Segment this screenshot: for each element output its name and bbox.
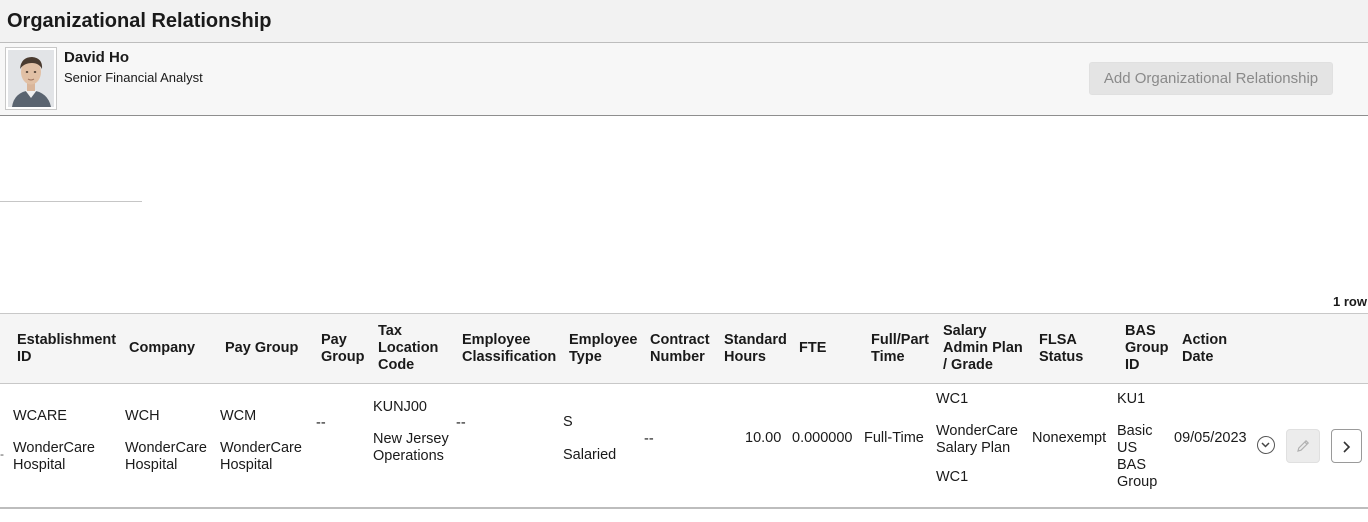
column-header-action-date[interactable]: Action Date (1182, 332, 1234, 366)
cell-pay-group-code: WCM (220, 408, 257, 424)
column-header-flsa-status[interactable]: FLSA Status (1039, 332, 1095, 366)
cell-salary-plan: WC1 (936, 391, 969, 407)
column-header-pay-group[interactable]: Pay Group (225, 340, 298, 357)
page-title: Organizational Relationship (7, 10, 272, 32)
cell-tax-location-code: KUNJ00 (373, 399, 427, 415)
avatar (5, 47, 57, 110)
person-photo-icon (8, 50, 54, 107)
table-row: - WCARE WonderCare Hospital WCH WonderCa… (0, 384, 1368, 509)
grid-header: Establishment ID Company Pay Group Pay G… (0, 313, 1368, 384)
column-header-tax-location-code[interactable]: Tax Location Code (378, 323, 448, 374)
cell-employee-type-code: S (563, 414, 573, 430)
column-header-company[interactable]: Company (129, 340, 195, 357)
cell-salary-grade: WC1 (936, 469, 969, 485)
cell-fte: 0.000000 (792, 430, 853, 446)
cell-pay-group-2: -- (316, 415, 326, 431)
column-header-standard-hours[interactable]: Standard Hours (724, 332, 794, 366)
cell-bas-group-name: Basic US BAS Group (1117, 423, 1158, 490)
section-divider (0, 201, 142, 202)
cell-establishment-code: WCARE (13, 408, 67, 424)
title-bar: Organizational Relationship (0, 0, 1368, 43)
chevron-right-icon (1343, 441, 1351, 453)
column-header-full-part-time[interactable]: Full/Part Time (871, 332, 935, 366)
add-organizational-relationship-button[interactable]: Add Organizational Relationship (1089, 62, 1333, 95)
cell-standard-hours: 10.00 (745, 430, 782, 446)
row-left-marker: - (0, 447, 4, 461)
cell-tax-location-name: New Jersey Operations (373, 431, 449, 464)
cell-employee-classification: -- (456, 415, 466, 431)
cell-company-code: WCH (125, 408, 160, 424)
person-name: David Ho (64, 49, 130, 66)
cell-employee-type-name: Salaried (563, 447, 617, 463)
row-count: 1 row (1333, 294, 1367, 309)
cell-action-date: 09/05/2023 (1174, 430, 1247, 446)
person-job-title: Senior Financial Analyst (64, 70, 203, 85)
pencil-icon (1297, 439, 1310, 452)
column-header-contract-number[interactable]: Contract Number (650, 332, 718, 366)
cell-full-part-time: Full-Time (864, 430, 924, 446)
column-header-fte[interactable]: FTE (799, 340, 826, 357)
cell-company-name: WonderCare Hospital (125, 440, 207, 473)
edit-button[interactable] (1286, 429, 1320, 463)
chevron-down-circle-icon[interactable] (1257, 436, 1275, 454)
cell-flsa-status: Nonexempt (1032, 430, 1107, 446)
cell-bas-group-code: KU1 (1117, 391, 1146, 407)
row-detail-button[interactable] (1331, 429, 1362, 463)
cell-contract-number: -- (644, 431, 654, 447)
column-header-bas-group-id[interactable]: BAS Group ID (1125, 323, 1173, 374)
cell-pay-group-name: WonderCare Hospital (220, 440, 302, 473)
cell-establishment-name: WonderCare Hospital (13, 440, 95, 473)
column-header-establishment-id[interactable]: Establishment ID (17, 332, 121, 366)
column-header-employee-type[interactable]: Employee Type (569, 332, 645, 366)
column-header-pay-group-2[interactable]: Pay Group (321, 332, 371, 366)
column-header-employee-classification[interactable]: Employee Classification (462, 332, 562, 366)
cell-salary-plan-name: WonderCare Salary Plan (936, 423, 1018, 456)
person-header: David Ho Senior Financial Analyst Add Or… (0, 43, 1368, 116)
column-header-salary-plan-grade[interactable]: Salary Admin Plan / Grade (943, 323, 1029, 374)
